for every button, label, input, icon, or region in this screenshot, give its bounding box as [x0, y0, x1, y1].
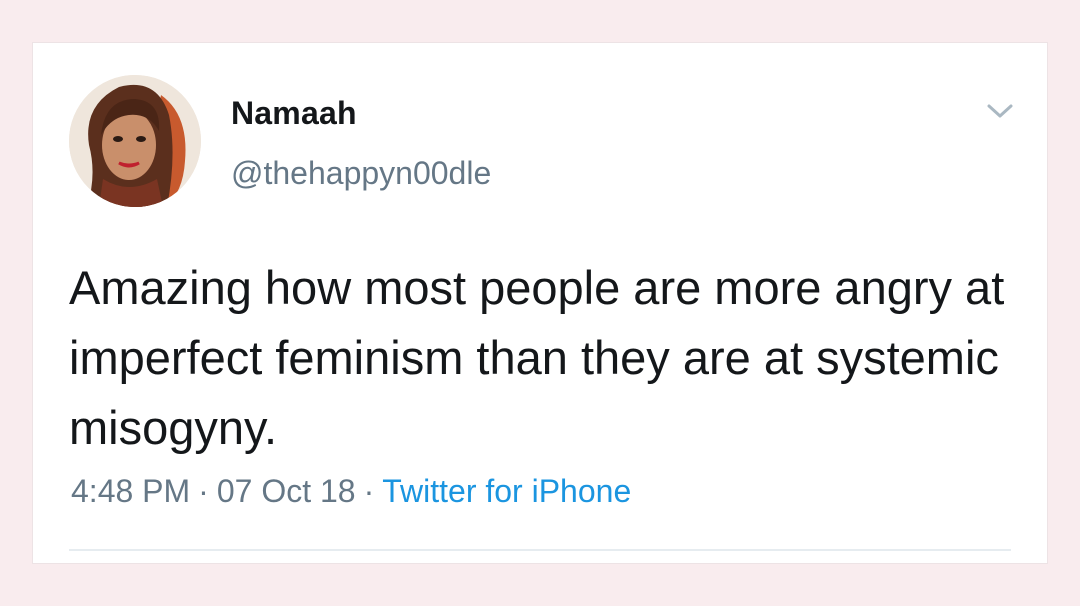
- tweet-text: Amazing how most people are more angry a…: [69, 261, 1005, 454]
- author-handle[interactable]: @thehappyn00dle: [231, 155, 491, 192]
- tweet-time[interactable]: 4:48 PM: [71, 473, 190, 509]
- avatar[interactable]: [69, 75, 201, 207]
- profile-photo-icon: [69, 75, 201, 207]
- tweet-source-link[interactable]: Twitter for iPhone: [382, 473, 631, 509]
- tweet-metadata: 4:48 PM · 07 Oct 18 · Twitter for iPhone: [71, 473, 631, 510]
- tweet-card: Namaah @thehappyn00dle Amazing how most …: [32, 42, 1048, 564]
- tweet-date[interactable]: 07 Oct 18: [217, 473, 356, 509]
- separator: ·: [198, 473, 209, 509]
- chevron-down-icon[interactable]: [985, 101, 1015, 121]
- author-name[interactable]: Namaah: [231, 95, 357, 132]
- divider: [69, 549, 1011, 551]
- separator: ·: [363, 473, 375, 509]
